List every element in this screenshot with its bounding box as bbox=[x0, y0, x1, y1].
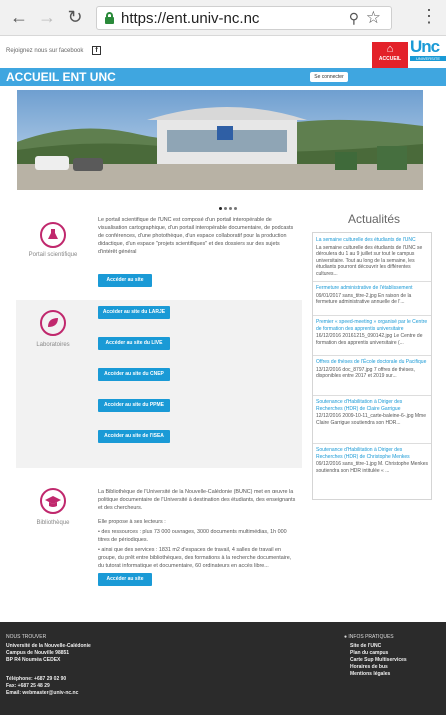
carousel-dots[interactable] bbox=[219, 197, 239, 215]
news-item-title[interactable]: Soutenance d'Habilitation à Diriger des … bbox=[316, 399, 429, 412]
info-link[interactable]: Horaires de bus bbox=[350, 664, 388, 671]
news-title: Actualités bbox=[347, 212, 401, 226]
library-access-button[interactable]: Accéder au site bbox=[98, 573, 152, 586]
info-heading: ● INFOS PRATIQUES bbox=[344, 634, 394, 640]
info-heading-text: INFOS PRATIQUES bbox=[348, 634, 394, 640]
news-item[interactable]: Soutenance d'Habilitation à Diriger des … bbox=[316, 447, 429, 474]
news-item-desc: 12/12/2016 2009-10-11_carte-baleine-6-.j… bbox=[316, 413, 426, 426]
carousel-dot[interactable] bbox=[229, 207, 232, 210]
carousel-dot[interactable] bbox=[234, 207, 237, 210]
news-item[interactable]: Fermeture administrative de l'établissem… bbox=[316, 285, 429, 306]
find-us-heading: NOUS TROUVER bbox=[6, 634, 47, 640]
contact-line: Téléphone: +687 29 02 90 bbox=[6, 676, 67, 682]
news-item-desc: La semaine culturelle des étudiants de l… bbox=[316, 244, 423, 277]
login-button[interactable]: Se connecter bbox=[310, 72, 348, 82]
contact-line[interactable]: Email: webmaster@univ-nc.nc bbox=[6, 690, 78, 697]
live-button[interactable]: Accéder au site du LIVE bbox=[98, 337, 170, 350]
library-intro: La Bibliothèque de l'Université de la No… bbox=[98, 489, 296, 511]
logo-subtitle: UNIVERSITE bbox=[410, 56, 446, 61]
news-item-desc: 09/01/2017 sans_titre-2.jpg En raison de… bbox=[316, 292, 412, 306]
portail-description: Le portail scientifique de l'UNC est com… bbox=[98, 217, 294, 255]
home-icon: ⌂ bbox=[386, 43, 394, 55]
facebook-icon[interactable]: f bbox=[92, 46, 101, 55]
labs-label: Laboratoires bbox=[36, 342, 70, 348]
news-item-desc: 09/12/2016 sans_titre-1.jpg M. Christoph… bbox=[316, 461, 429, 474]
divider bbox=[313, 281, 431, 282]
library-bullet-resources: • des ressources : plus 73 000 ouvrages,… bbox=[98, 529, 287, 543]
bullet-text: des ressources : plus 73 000 ouvrages, 3… bbox=[98, 529, 287, 543]
leaf-icon bbox=[40, 310, 66, 336]
accueil-label: ACCUEIL bbox=[378, 56, 402, 62]
library-bullet-services: • ainsi que des services : 1831 m2 d'esp… bbox=[98, 547, 292, 569]
info-link[interactable]: Site de l'UNC bbox=[350, 643, 381, 650]
zoom-icon[interactable]: ⚲ bbox=[349, 10, 359, 27]
facebook-text: Rejoignez nous sur facebook bbox=[6, 48, 84, 54]
info-link[interactable]: Mentions légales bbox=[350, 671, 390, 678]
browser-toolbar: ← → ↻ https://ent.univ-nc.nc ⚲ ☆ ⋮ bbox=[0, 0, 446, 36]
info-link[interactable]: Plan du campus bbox=[350, 650, 388, 657]
back-arrow-icon[interactable]: ← bbox=[8, 6, 30, 28]
browser-menu-icon[interactable]: ⋮ bbox=[420, 6, 438, 27]
site-title: ACCUEIL ENT UNC bbox=[6, 70, 116, 84]
isea-button[interactable]: Accéder au site de l'ISEA bbox=[98, 430, 170, 443]
news-item[interactable]: La semaine culturelle des étudiants de l… bbox=[316, 237, 429, 277]
news-item-desc: 13/12/2016 doc_8797.jpg 7 offres de thès… bbox=[316, 366, 415, 380]
info-link[interactable]: Carte Sup Multiservices bbox=[350, 657, 407, 664]
site-footer: NOUS TROUVER Université de la Nouvelle-C… bbox=[0, 622, 446, 715]
logo-mark: Unc bbox=[410, 37, 440, 56]
site-header: ACCUEIL ENT UNC Se connecter bbox=[0, 68, 446, 86]
graduation-cap-icon bbox=[40, 488, 66, 514]
unc-logo[interactable]: Unc UNIVERSITE bbox=[410, 38, 446, 68]
library-offer-intro: Elle propose à ses lecteurs : bbox=[98, 519, 166, 525]
library-label: Bibliothèque bbox=[36, 520, 70, 526]
contact-line: Fax: +687 25 48 29 bbox=[6, 683, 50, 689]
ppme-button[interactable]: Accéder au site du PPME bbox=[98, 399, 170, 412]
accueil-button[interactable]: ⌂ ACCUEIL bbox=[372, 42, 408, 68]
campus-banner-image bbox=[17, 90, 423, 190]
reload-icon[interactable]: ↻ bbox=[64, 6, 86, 28]
address-line: Campus de Nouville 98851 bbox=[6, 650, 70, 656]
address-line: Université de la Nouvelle-Calédonie bbox=[6, 643, 91, 649]
news-item-title[interactable]: La semaine culturelle des étudiants de l… bbox=[316, 237, 429, 244]
news-item-desc: 16/12/2016 20161215_090142.jpg Le Centre… bbox=[316, 333, 423, 346]
news-item-title[interactable]: Soutenance d'Habilitation à Diriger des … bbox=[316, 447, 429, 460]
news-item[interactable]: Offres de thèses de l'École doctorale du… bbox=[316, 359, 429, 380]
carousel-dot[interactable] bbox=[224, 207, 227, 210]
divider bbox=[313, 355, 431, 356]
divider bbox=[313, 443, 431, 444]
bullet-text: ainsi que des services : 1831 m2 d'espac… bbox=[98, 547, 292, 569]
news-item[interactable]: Soutenance d'Habilitation à Diriger des … bbox=[316, 399, 429, 426]
news-item-title[interactable]: Offres de thèses de l'École doctorale du… bbox=[316, 359, 429, 366]
url-text: https://ent.univ-nc.nc bbox=[121, 10, 260, 27]
forward-arrow-icon[interactable]: → bbox=[36, 6, 58, 28]
portail-label: Portail scientifique bbox=[28, 252, 78, 258]
flask-icon bbox=[40, 222, 66, 248]
news-item-title[interactable]: Premier « speed-meeting » organisé par l… bbox=[316, 319, 429, 332]
news-panel: La semaine culturelle des étudiants de l… bbox=[312, 232, 432, 500]
bookmark-star-icon[interactable]: ☆ bbox=[366, 8, 381, 28]
portail-access-button[interactable]: Accéder au site bbox=[98, 274, 152, 287]
divider bbox=[313, 315, 431, 316]
carousel-dot[interactable] bbox=[219, 207, 222, 210]
news-item-title[interactable]: Fermeture administrative de l'établissem… bbox=[316, 285, 429, 292]
divider bbox=[313, 395, 431, 396]
larje-button[interactable]: Accéder au site du LARJE bbox=[98, 306, 170, 319]
lock-icon bbox=[105, 12, 114, 24]
news-item[interactable]: Premier « speed-meeting » organisé par l… bbox=[316, 319, 429, 346]
address-bar[interactable]: https://ent.univ-nc.nc ⚲ ☆ bbox=[96, 6, 392, 30]
cnep-button[interactable]: Accéder au site du CNEP bbox=[98, 368, 170, 381]
address-line: BP R4 Nouméa CEDEX bbox=[6, 657, 61, 663]
